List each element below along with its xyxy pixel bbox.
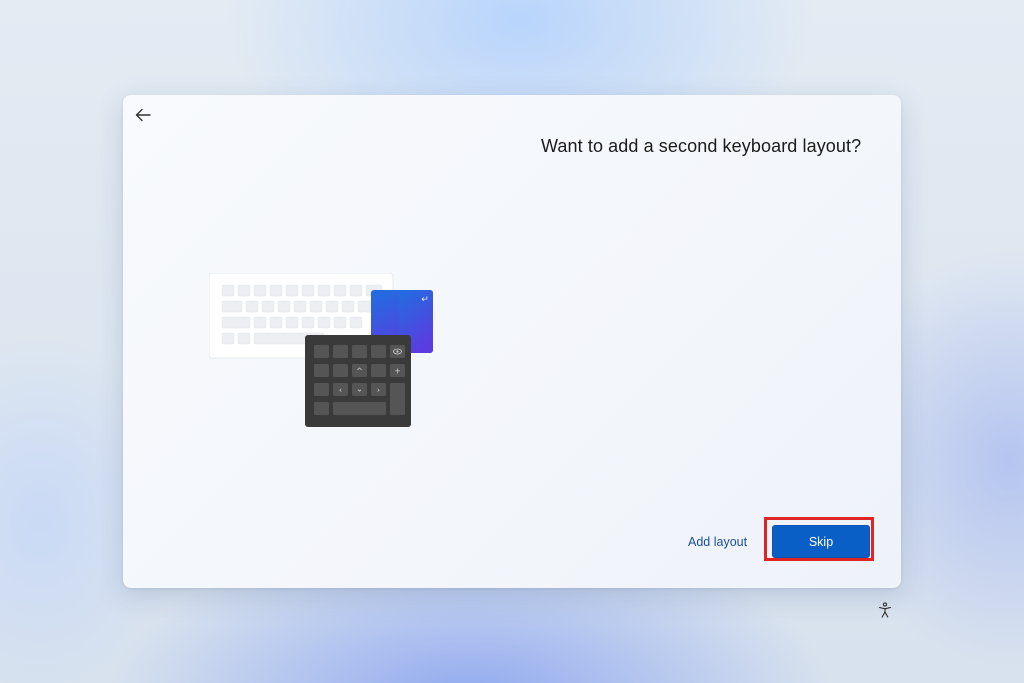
left-arrow-glyph: ‹ [339, 386, 342, 395]
add-layout-button[interactable]: Add layout [688, 535, 748, 549]
plus-glyph: + [394, 367, 401, 376]
setup-dialog: Want to add a second keyboard layout? ↵ … [123, 95, 901, 588]
accessibility-icon [878, 602, 892, 618]
back-arrow-icon [135, 108, 151, 122]
dark-keypad: ^ + ‹ ⌄ › [305, 335, 411, 427]
up-arrow-glyph: ^ [356, 367, 363, 376]
back-button[interactable] [131, 103, 155, 127]
right-arrow-glyph: › [377, 386, 380, 395]
accessibility-button[interactable] [876, 601, 894, 619]
keyboard-illustration: ↵ ^ + ‹ ⌄ › [209, 273, 433, 427]
down-arrow-glyph: ⌄ [356, 385, 363, 394]
skip-button[interactable]: Skip [772, 525, 870, 558]
page-title: Want to add a second keyboard layout? [541, 136, 862, 156]
enter-glyph: ↵ [421, 295, 429, 305]
